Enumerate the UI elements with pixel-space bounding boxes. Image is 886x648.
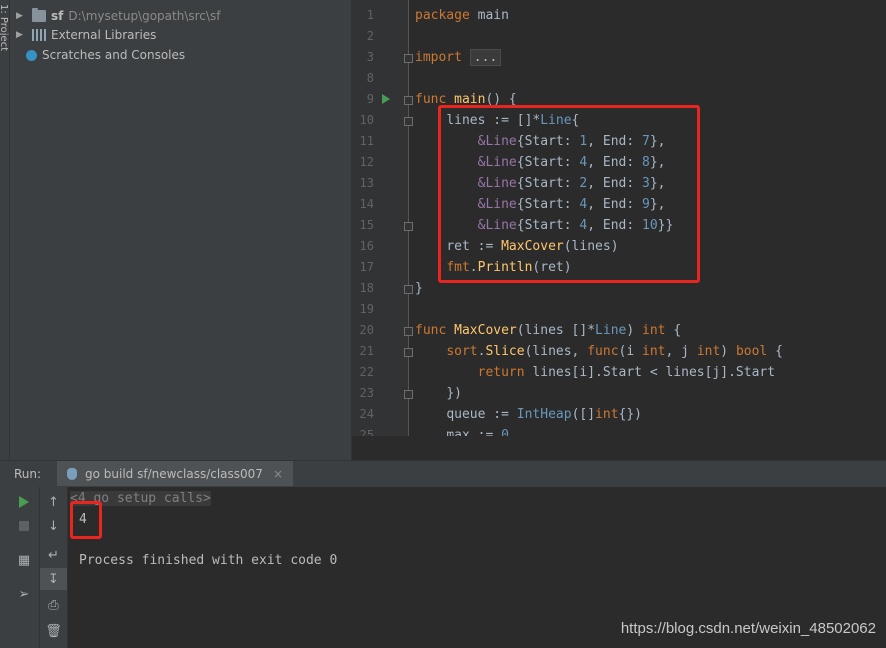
tree-item-label: sf	[51, 9, 64, 23]
pin-tab-button[interactable]: ➢	[9, 583, 39, 605]
rerun-button[interactable]	[9, 491, 39, 513]
left-tool-strip: 1: Project	[0, 0, 10, 460]
code-line-25: max := 0	[446, 428, 509, 436]
code-line-1: package main	[415, 8, 509, 23]
left-tool-strip-bottom	[0, 487, 9, 648]
pin-icon: ➢	[18, 586, 30, 602]
code-line-3: import ...	[415, 47, 502, 68]
line-number: 15	[359, 218, 374, 232]
line-number: 13	[359, 176, 374, 190]
print-icon: ⎙	[48, 597, 59, 613]
line-number: 8	[366, 71, 374, 85]
line-number: 22	[359, 365, 374, 379]
print-button[interactable]: ⎙	[40, 594, 67, 616]
code-line-18: }	[415, 281, 423, 296]
code-line-21: sort.Slice(lines, func(i int, j int) boo…	[446, 344, 783, 359]
code-line-22: return lines[i].Start < lines[j].Start	[477, 365, 776, 380]
run-gutter-icon[interactable]	[382, 94, 390, 104]
soft-wrap-icon: ↵	[48, 547, 59, 563]
code-line-20: func MaxCover(lines []*Line) int {	[415, 323, 682, 338]
tree-item-label: Scratches and Consoles	[42, 48, 186, 62]
tree-item-label: External Libraries	[51, 28, 157, 42]
line-number: 20	[359, 323, 374, 337]
console-toolbar: ↑ ↓ ↵ ↧ ⎙ 🗑	[40, 487, 68, 648]
tree-item-path: D:\mysetup\gopath\src\sf	[68, 9, 221, 23]
fold-toggle[interactable]	[404, 390, 413, 399]
run-config-tab[interactable]: go build sf/newclass/class007 ×	[57, 461, 294, 486]
tree-item-external-libraries[interactable]: ▶ External Libraries	[10, 25, 156, 45]
highlight-box-output	[70, 501, 102, 539]
line-number: 18	[359, 281, 374, 295]
fold-toggle[interactable]	[404, 327, 413, 336]
chevron-right-icon[interactable]: ▶	[16, 30, 24, 40]
scroll-down-button[interactable]: ↓	[40, 515, 67, 537]
line-number: 2	[366, 29, 374, 43]
line-number: 14	[359, 197, 374, 211]
line-number: 24	[359, 407, 374, 421]
line-number: 17	[359, 260, 374, 274]
fold-toggle[interactable]	[404, 222, 413, 231]
line-number: 1	[366, 8, 374, 22]
clear-all-button[interactable]: 🗑	[40, 620, 67, 642]
fold-toggle[interactable]	[404, 96, 413, 105]
line-number: 21	[359, 344, 374, 358]
chevron-right-icon[interactable]: ▶	[16, 11, 24, 21]
exit-message: Process finished with exit code 0	[79, 553, 338, 568]
highlight-box-code	[438, 105, 700, 283]
folded-imports[interactable]: ...	[469, 49, 502, 66]
soft-wrap-button[interactable]: ↵	[40, 544, 67, 566]
scratch-icon	[26, 49, 37, 61]
scroll-to-end-button[interactable]: ↧	[40, 568, 67, 590]
scroll-to-end-icon: ↧	[48, 571, 59, 587]
project-panel: ▶ sf D:\mysetup\gopath\src\sf ▶ External…	[10, 0, 352, 460]
run-panel-header: Run: go build sf/newclass/class007 ×	[0, 460, 886, 488]
run-label: Run:	[14, 467, 42, 481]
tree-item-scratches[interactable]: Scratches and Consoles	[26, 45, 185, 65]
line-number: 25	[359, 428, 374, 436]
fold-toggle[interactable]	[404, 117, 413, 126]
gopher-icon	[67, 467, 77, 480]
line-number: 11	[359, 134, 374, 148]
line-number: 16	[359, 239, 374, 253]
stop-icon	[19, 521, 29, 531]
fold-toggle[interactable]	[404, 54, 413, 63]
code-line-23: })	[446, 386, 462, 401]
fold-toggle[interactable]	[404, 285, 413, 294]
line-number: 12	[359, 155, 374, 169]
watermark: https://blog.csdn.net/weixin_48502062	[620, 620, 876, 637]
layout-icon: ▦	[17, 552, 31, 568]
run-toolbar: ▦ ➢	[9, 487, 40, 648]
line-number: 19	[359, 302, 374, 316]
line-number: 3	[366, 50, 374, 64]
arrow-down-icon: ↓	[48, 518, 59, 534]
stop-button[interactable]	[9, 515, 39, 537]
line-number: 9	[366, 92, 374, 106]
line-number: 10	[359, 113, 374, 127]
layout-button[interactable]: ▦	[9, 549, 39, 571]
code-editor[interactable]: 1 2 3 8 9 10 11 12 13 14 15 16 17 18 19 …	[352, 0, 886, 436]
folder-icon	[32, 8, 46, 22]
arrow-up-icon: ↑	[48, 494, 59, 510]
close-icon[interactable]: ×	[273, 467, 283, 481]
scroll-up-button[interactable]: ↑	[40, 491, 67, 513]
project-tool-window-label[interactable]: 1: Project	[0, 4, 9, 51]
fold-toggle[interactable]	[404, 348, 413, 357]
trash-icon: 🗑	[45, 623, 62, 639]
run-tab-title: go build sf/newclass/class007	[85, 466, 263, 481]
code-line-24: queue := IntHeap([]int{})	[446, 407, 643, 422]
line-number: 23	[359, 386, 374, 400]
play-icon	[19, 496, 29, 508]
tree-item-sf[interactable]: ▶ sf D:\mysetup\gopath\src\sf	[10, 6, 220, 26]
library-icon	[32, 29, 46, 41]
